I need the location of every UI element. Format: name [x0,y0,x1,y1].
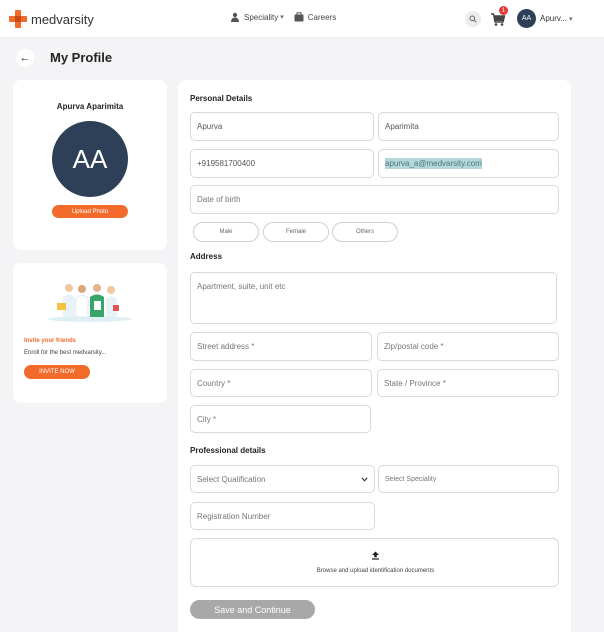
brand-logo[interactable]: medvarsity [9,10,94,28]
invite-title: Invite your friends [24,338,77,344]
first-name-value: Apurva [197,122,223,131]
page-title: My Profile [50,50,113,65]
main-nav: Speciality ▾ Careers [230,12,346,22]
gender-others-button[interactable]: Others [332,222,398,242]
last-name-input[interactable]: Aparimita [378,112,559,141]
registration-number-input[interactable]: Registration Number [190,502,375,530]
phone-input[interactable]: +919581700400 [190,149,374,178]
city-placeholder: City * [197,414,217,424]
nav-speciality[interactable]: Speciality ▾ [230,12,284,22]
document-upload-area[interactable]: Browse and upload identification documen… [190,538,559,587]
medical-cross-icon [9,10,27,28]
top-nav-bar: medvarsity Speciality ▾ Careers 1 AA Apu… [0,0,604,38]
street-address-input[interactable]: Street address * [190,332,372,361]
apartment-placeholder: Apartment, suite, unit etc [197,282,286,291]
personal-details-heading: Personal Details [190,94,253,103]
user-menu[interactable]: AA Apurv... ▾ [517,9,573,28]
upload-icon [372,551,379,560]
save-and-continue-button[interactable]: Save and Continue [190,600,315,619]
street-address-placeholder: Street address * [197,342,255,351]
chevron-down-icon [361,476,368,482]
chevron-down-icon: ▾ [568,15,573,23]
gender-male-button[interactable]: Male [193,222,259,242]
apartment-input[interactable]: Apartment, suite, unit etc [190,272,557,324]
cart-count-badge: 1 [499,6,508,15]
search-icon [469,15,477,23]
profile-card: Apurva Aparimita AA Upload Photo [13,80,167,250]
brand-name: medvarsity [31,11,94,27]
address-heading: Address [190,252,223,261]
email-input[interactable]: apurva_a@medvarsity.com [378,149,559,178]
briefcase-icon [294,12,304,22]
date-of-birth-input[interactable]: Date of birth [190,185,559,214]
upload-documents-label: Browse and upload identification documen… [316,568,435,574]
first-name-input[interactable]: Apurva [190,112,374,141]
zip-code-placeholder: Zip/postal code * [384,342,444,351]
state-placeholder: State / Province * [384,378,446,388]
date-of-birth-placeholder: Date of birth [197,195,241,204]
upload-photo-button[interactable]: Upload Photo [52,205,128,218]
speciality-placeholder: Select Speciality [385,475,437,483]
country-input[interactable]: Country * [190,369,372,397]
invite-card: Invite your friends Enroll for the best … [13,263,167,403]
user-avatar: AA [517,9,536,28]
invite-subtitle: Enroll for the best medvarsity... [24,350,107,356]
state-input[interactable]: State / Province * [377,369,559,397]
phone-value: +919581700400 [197,159,256,168]
qualification-select[interactable]: Select Qualification [190,465,375,493]
invite-now-button[interactable]: INVITE NOW [24,365,90,379]
user-name: Apurv... [540,14,567,23]
doctor-icon [231,12,239,22]
back-button[interactable]: ← [16,49,34,67]
gender-female-button[interactable]: Female [263,222,329,242]
email-value: apurva_a@medvarsity.com [385,158,482,169]
last-name-value: Aparimita [385,122,419,131]
zip-code-input[interactable]: Zip/postal code * [377,332,559,361]
chevron-down-icon: ▾ [280,14,284,21]
qualification-placeholder: Select Qualification [197,474,266,484]
profile-name: Apurva Aparimita [56,102,124,111]
country-placeholder: Country * [197,378,231,388]
arrow-left-icon: ← [19,52,31,64]
nav-careers[interactable]: Careers [294,12,336,22]
profile-avatar: AA [52,121,128,197]
search-button[interactable] [465,11,481,27]
professional-details-heading: Professional details [190,446,266,455]
doctors-illustration [48,284,132,322]
nav-speciality-label: Speciality [244,12,279,22]
registration-number-placeholder: Registration Number [197,511,271,521]
city-input[interactable]: City * [190,405,371,433]
speciality-select[interactable]: Select Speciality [378,465,559,493]
nav-careers-label: Careers [307,12,337,22]
